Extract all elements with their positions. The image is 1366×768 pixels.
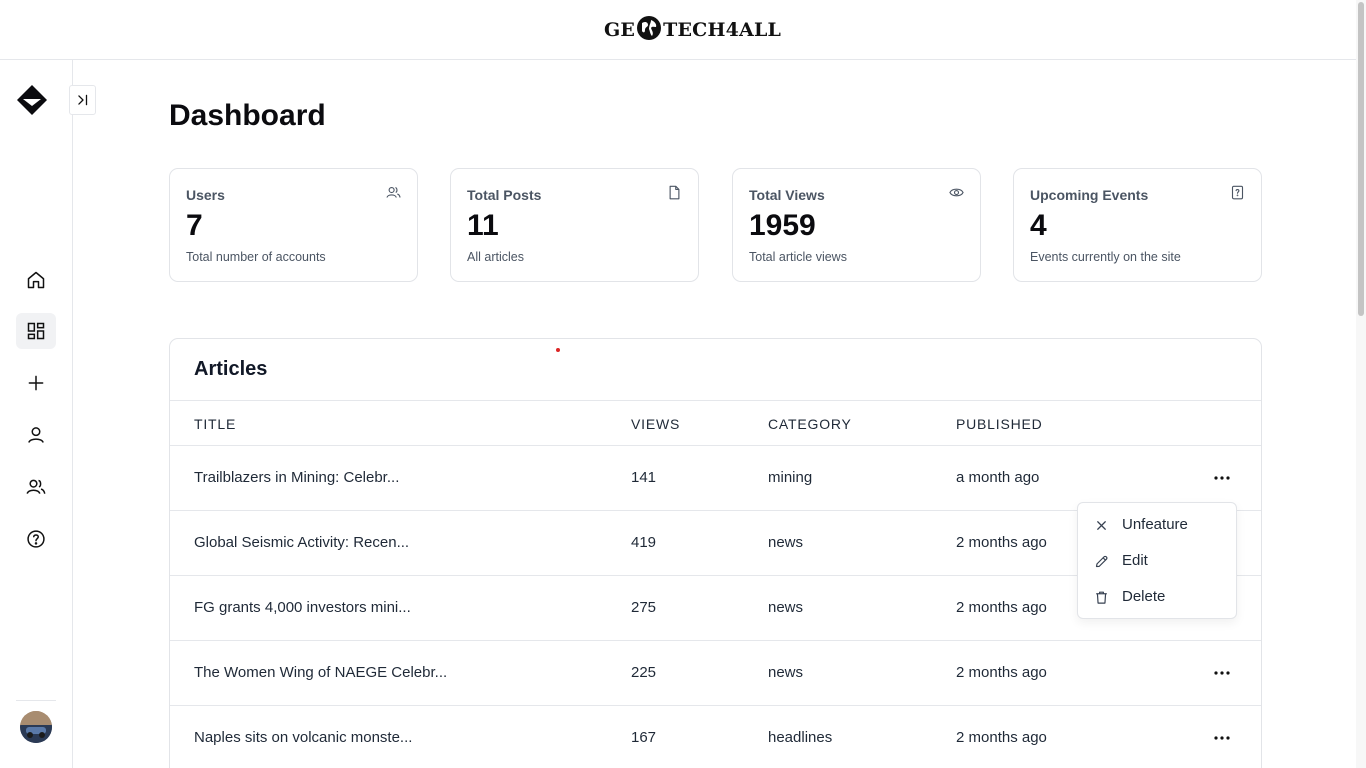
site-logo[interactable]: GE TECH4ALL — [604, 15, 782, 46]
globe-icon — [636, 15, 662, 46]
article-category: headlines — [768, 729, 833, 746]
trash-icon — [1096, 591, 1107, 604]
sidebar-item-users[interactable] — [16, 469, 56, 505]
dashboard-grid-icon — [27, 322, 45, 340]
article-title[interactable]: Trailblazers in Mining: Celebr... — [194, 469, 399, 486]
logo-text-right: TECH4ALL — [663, 19, 782, 41]
article-title[interactable]: FG grants 4,000 investors mini... — [194, 599, 411, 616]
pencil-icon — [1095, 555, 1108, 568]
sidebar-item-dashboard[interactable] — [16, 313, 56, 349]
article-category: news — [768, 534, 804, 551]
card-subtitle: Total article views — [749, 250, 847, 264]
article-title[interactable]: Global Seismic Activity: Recen... — [194, 534, 409, 551]
row-actions-menu: Unfeature Edit Delete — [1077, 502, 1237, 619]
card-label: Total Posts — [467, 187, 542, 203]
eye-icon — [949, 188, 964, 197]
collapse-arrow-icon — [77, 94, 87, 106]
home-icon — [27, 271, 45, 289]
sidebar-item-profile[interactable] — [16, 417, 56, 453]
article-category: news — [768, 664, 804, 681]
sidebar-item-add[interactable] — [16, 365, 56, 401]
users-icon — [386, 186, 401, 198]
table-row[interactable]: Naples sits on volcanic monste... 167 he… — [170, 706, 1261, 768]
cursor-marker — [556, 348, 560, 352]
article-title[interactable]: Naples sits on volcanic monste... — [194, 729, 412, 746]
close-icon — [1097, 521, 1106, 530]
article-published: 2 months ago — [956, 664, 1047, 681]
table-row[interactable]: The Women Wing of NAEGE Celebr... 225 ne… — [170, 641, 1261, 706]
card-label: Upcoming Events — [1030, 187, 1149, 203]
card-subtitle: All articles — [467, 250, 524, 264]
article-views: 141 — [631, 469, 657, 486]
sidebar-divider — [16, 700, 56, 701]
brand-diamond-icon[interactable] — [16, 84, 48, 116]
stat-card-views: Total Views 1959 Total article views — [732, 168, 981, 282]
article-category: mining — [768, 469, 813, 486]
row-actions-button[interactable] — [1210, 662, 1234, 684]
sidebar-toggle-button[interactable] — [69, 85, 96, 115]
menu-item-label: Edit — [1122, 552, 1148, 569]
column-header-published[interactable]: PUBLISHED — [956, 416, 1043, 432]
article-published: 2 months ago — [956, 729, 1047, 746]
article-category: news — [768, 599, 804, 616]
sidebar-item-home[interactable] — [16, 262, 56, 298]
card-subtitle: Events currently on the site — [1030, 250, 1181, 264]
table-header: TITLE VIEWS CATEGORY PUBLISHED — [170, 400, 1261, 446]
top-bar: GE TECH4ALL — [0, 0, 1356, 60]
menu-item-label: Unfeature — [1122, 516, 1188, 533]
sidebar-item-help[interactable] — [16, 521, 56, 557]
logo-text-left: GE — [604, 19, 636, 41]
stat-card-events: Upcoming Events 4 Events currently on th… — [1013, 168, 1262, 282]
card-label: Total Views — [749, 187, 825, 203]
question-file-icon — [1231, 185, 1244, 200]
card-value: 11 — [467, 209, 499, 242]
article-published: 2 months ago — [956, 599, 1047, 616]
row-actions-button[interactable] — [1210, 727, 1234, 749]
users-icon — [26, 479, 46, 494]
article-views: 419 — [631, 534, 657, 551]
article-views: 167 — [631, 729, 657, 746]
menu-item-label: Delete — [1122, 588, 1166, 605]
page-title: Dashboard — [169, 99, 326, 132]
article-views: 225 — [631, 664, 657, 681]
articles-title: Articles — [194, 358, 268, 380]
sidebar — [0, 60, 73, 768]
user-icon — [28, 427, 44, 443]
menu-item-edit[interactable]: Edit — [1078, 543, 1236, 579]
column-header-title[interactable]: TITLE — [194, 416, 236, 432]
menu-item-unfeature[interactable]: Unfeature — [1078, 507, 1236, 543]
card-value: 7 — [186, 209, 203, 242]
stat-card-posts: Total Posts 11 All articles — [450, 168, 699, 282]
file-icon — [669, 185, 680, 200]
page-scrollbar[interactable] — [1356, 0, 1366, 768]
menu-item-delete[interactable]: Delete — [1078, 579, 1236, 615]
stat-card-users: Users 7 Total number of accounts — [169, 168, 418, 282]
plus-icon — [28, 375, 44, 391]
card-value: 4 — [1030, 209, 1047, 242]
more-horizontal-icon — [1214, 476, 1230, 480]
scrollbar-thumb[interactable] — [1358, 2, 1364, 316]
article-published: 2 months ago — [956, 534, 1047, 551]
article-published: a month ago — [956, 469, 1040, 486]
column-header-category[interactable]: CATEGORY — [768, 416, 852, 432]
more-horizontal-icon — [1214, 736, 1230, 740]
help-circle-icon — [27, 530, 45, 548]
card-label: Users — [186, 187, 225, 203]
row-actions-button[interactable] — [1210, 467, 1234, 489]
card-value: 1959 — [749, 209, 816, 242]
column-header-views[interactable]: VIEWS — [631, 416, 680, 432]
more-horizontal-icon — [1214, 671, 1230, 675]
article-title[interactable]: The Women Wing of NAEGE Celebr... — [194, 664, 447, 681]
article-views: 275 — [631, 599, 657, 616]
card-subtitle: Total number of accounts — [186, 250, 326, 264]
avatar[interactable] — [20, 711, 52, 743]
